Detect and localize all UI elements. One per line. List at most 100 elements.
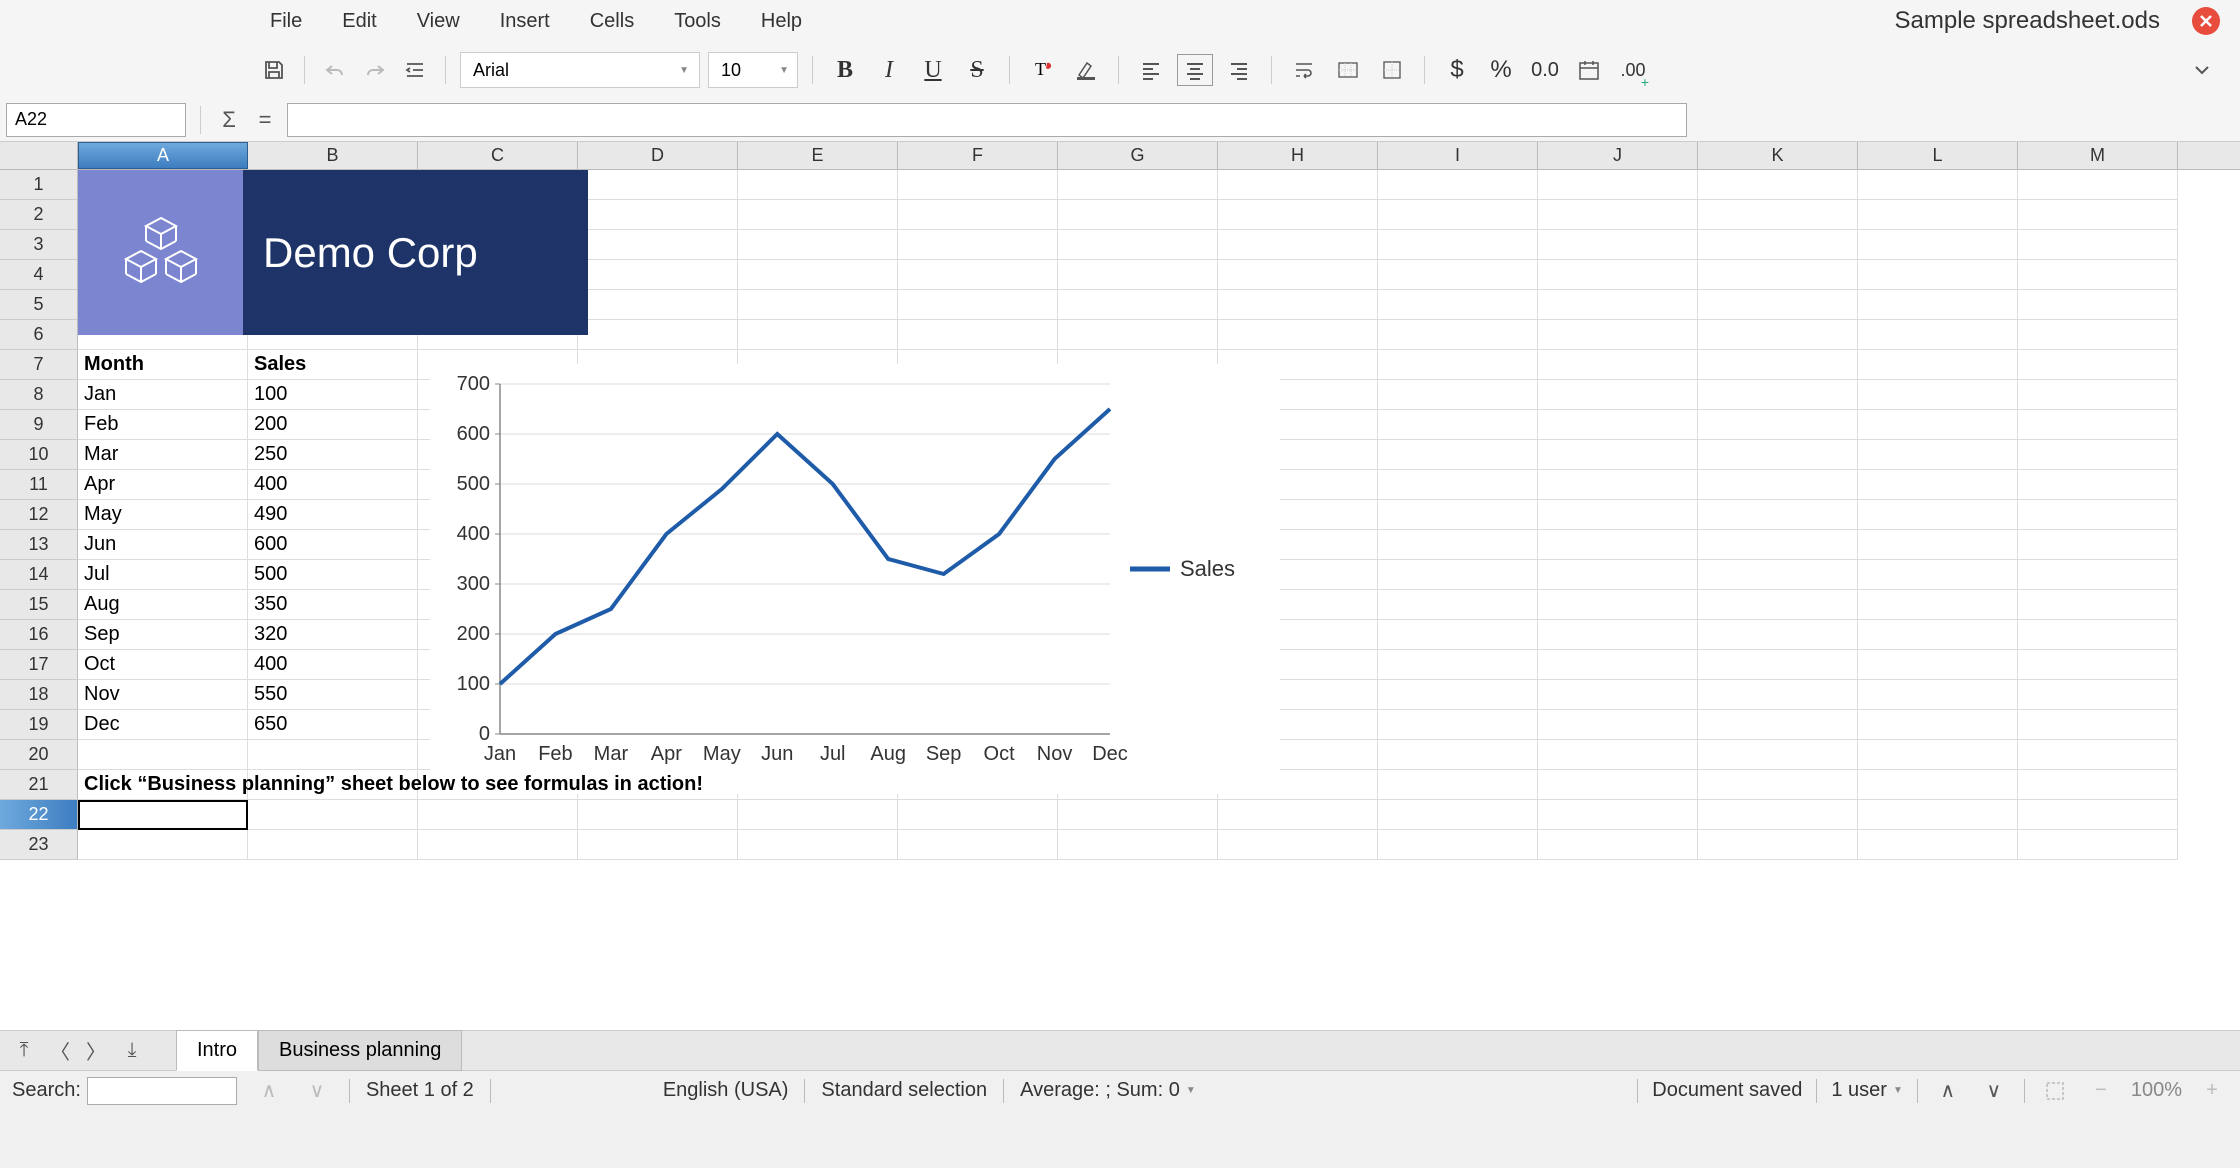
cell-M13[interactable]: [2018, 530, 2178, 560]
cell-L10[interactable]: [1858, 440, 2018, 470]
cell-J15[interactable]: [1538, 590, 1698, 620]
cell-K2[interactable]: [1698, 200, 1858, 230]
cell-A18[interactable]: Nov: [78, 680, 248, 710]
row-header-2[interactable]: 2: [0, 200, 78, 230]
next-sheet-button[interactable]: 〉: [80, 1035, 112, 1067]
cell-A21[interactable]: Click “Business planning” sheet below to…: [78, 770, 248, 800]
cell-C23[interactable]: [418, 830, 578, 860]
cell-K23[interactable]: [1698, 830, 1858, 860]
col-header-E[interactable]: E: [738, 142, 898, 169]
add-decimal-button[interactable]: .00+: [1615, 52, 1651, 88]
cell-C22[interactable]: [418, 800, 578, 830]
selection-mode[interactable]: Standard selection: [821, 1079, 987, 1102]
col-header-D[interactable]: D: [578, 142, 738, 169]
cell-K17[interactable]: [1698, 650, 1858, 680]
col-header-C[interactable]: C: [418, 142, 578, 169]
cell-H23[interactable]: [1218, 830, 1378, 860]
cell-K11[interactable]: [1698, 470, 1858, 500]
cell-B14[interactable]: 500: [248, 560, 418, 590]
cell-G23[interactable]: [1058, 830, 1218, 860]
cell-A23[interactable]: [78, 830, 248, 860]
menu-cells[interactable]: Cells: [570, 2, 654, 41]
cell-L1[interactable]: [1858, 170, 2018, 200]
menu-insert[interactable]: Insert: [480, 2, 570, 41]
cell-D4[interactable]: [578, 260, 738, 290]
cell-E2[interactable]: [738, 200, 898, 230]
cell-B10[interactable]: 250: [248, 440, 418, 470]
cell-J10[interactable]: [1538, 440, 1698, 470]
cell-G4[interactable]: [1058, 260, 1218, 290]
cell-I4[interactable]: [1378, 260, 1538, 290]
cell-I21[interactable]: [1378, 770, 1538, 800]
cell-M11[interactable]: [2018, 470, 2178, 500]
col-header-I[interactable]: I: [1378, 142, 1538, 169]
cell-I3[interactable]: [1378, 230, 1538, 260]
cell-L11[interactable]: [1858, 470, 2018, 500]
cell-A17[interactable]: Oct: [78, 650, 248, 680]
cell-K19[interactable]: [1698, 710, 1858, 740]
menu-help[interactable]: Help: [741, 2, 822, 41]
cell-K13[interactable]: [1698, 530, 1858, 560]
cell-B16[interactable]: 320: [248, 620, 418, 650]
search-next-button[interactable]: ∨: [301, 1075, 333, 1107]
align-center-button[interactable]: [1177, 54, 1213, 86]
cell-K16[interactable]: [1698, 620, 1858, 650]
cell-G3[interactable]: [1058, 230, 1218, 260]
cell-L20[interactable]: [1858, 740, 2018, 770]
row-header-20[interactable]: 20: [0, 740, 78, 770]
formula-input[interactable]: [287, 103, 1687, 137]
row-header-13[interactable]: 13: [0, 530, 78, 560]
menu-file[interactable]: File: [250, 2, 322, 41]
underline-button[interactable]: U: [915, 52, 951, 88]
menu-tools[interactable]: Tools: [654, 2, 741, 41]
cell-M18[interactable]: [2018, 680, 2178, 710]
row-header-7[interactable]: 7: [0, 350, 78, 380]
cell-K8[interactable]: [1698, 380, 1858, 410]
cell-M16[interactable]: [2018, 620, 2178, 650]
cell-I10[interactable]: [1378, 440, 1538, 470]
cell-L5[interactable]: [1858, 290, 2018, 320]
cell-J11[interactable]: [1538, 470, 1698, 500]
cell-H22[interactable]: [1218, 800, 1378, 830]
cell-M2[interactable]: [2018, 200, 2178, 230]
cell-M9[interactable]: [2018, 410, 2178, 440]
cell-K22[interactable]: [1698, 800, 1858, 830]
cell-E6[interactable]: [738, 320, 898, 350]
cell-H1[interactable]: [1218, 170, 1378, 200]
cell-D5[interactable]: [578, 290, 738, 320]
row-header-1[interactable]: 1: [0, 170, 78, 200]
menu-edit[interactable]: Edit: [322, 2, 396, 41]
cell-M8[interactable]: [2018, 380, 2178, 410]
user-count[interactable]: 1 user ▼: [1831, 1079, 1903, 1102]
cell-K14[interactable]: [1698, 560, 1858, 590]
save-icon[interactable]: [258, 54, 290, 86]
cell-reference-input[interactable]: A22: [6, 103, 186, 137]
cell-I1[interactable]: [1378, 170, 1538, 200]
cell-B8[interactable]: 100: [248, 380, 418, 410]
cell-J14[interactable]: [1538, 560, 1698, 590]
cell-K3[interactable]: [1698, 230, 1858, 260]
cell-D2[interactable]: [578, 200, 738, 230]
cell-G22[interactable]: [1058, 800, 1218, 830]
cell-M5[interactable]: [2018, 290, 2178, 320]
cell-K20[interactable]: [1698, 740, 1858, 770]
row-header-6[interactable]: 6: [0, 320, 78, 350]
zoom-level[interactable]: 100%: [2131, 1079, 2182, 1102]
cell-I2[interactable]: [1378, 200, 1538, 230]
cell-E5[interactable]: [738, 290, 898, 320]
cell-B15[interactable]: 350: [248, 590, 418, 620]
cell-M12[interactable]: [2018, 500, 2178, 530]
search-prev-button[interactable]: ∧: [253, 1075, 285, 1107]
menu-view[interactable]: View: [397, 2, 480, 41]
undo-icon[interactable]: [319, 54, 351, 86]
cell-I11[interactable]: [1378, 470, 1538, 500]
cell-A16[interactable]: Sep: [78, 620, 248, 650]
col-header-J[interactable]: J: [1538, 142, 1698, 169]
cell-M7[interactable]: [2018, 350, 2178, 380]
cell-I19[interactable]: [1378, 710, 1538, 740]
cell-A19[interactable]: Dec: [78, 710, 248, 740]
scroll-up-button[interactable]: ∧: [1932, 1075, 1964, 1107]
cell-I8[interactable]: [1378, 380, 1538, 410]
spreadsheet-grid[interactable]: ABCDEFGHIJKLM 1234567MonthSales8Jan1009F…: [0, 142, 2240, 1030]
cell-J9[interactable]: [1538, 410, 1698, 440]
